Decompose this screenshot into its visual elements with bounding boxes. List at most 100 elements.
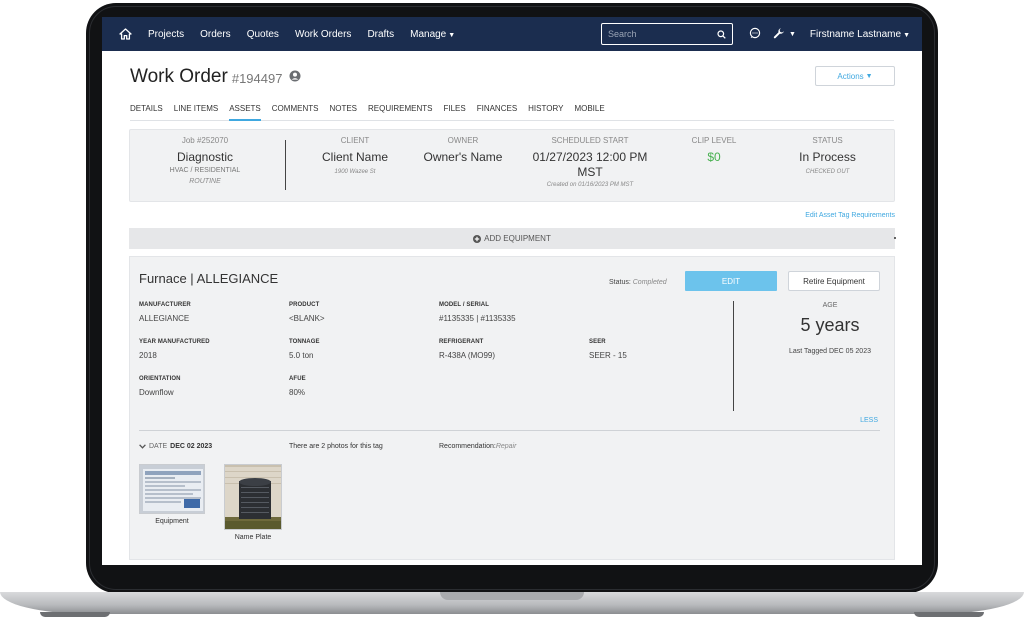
tonnage-value: 5.0 ton <box>289 351 314 360</box>
nav-projects[interactable]: Projects <box>148 29 184 40</box>
edit-asset-tag-requirements-link[interactable]: Edit Asset Tag Requirements <box>102 212 895 221</box>
equipment-photo-thumbnail <box>139 464 205 514</box>
search-input[interactable]: Search <box>600 23 733 45</box>
nav-manage-label: Manage <box>410 28 447 40</box>
model-serial-value: #1135335 | #1135335 <box>439 314 516 323</box>
tab-files[interactable]: FILES <box>443 103 465 121</box>
tab-mobile[interactable]: MOBILE <box>574 103 604 121</box>
add-equipment-label: ADD EQUIPMENT <box>484 234 551 243</box>
model-serial-field: MODEL / SERIAL #1135335 | #1135335 <box>439 302 516 323</box>
equipment-card: Furnace | ALLEGIANCE Status: Completed E… <box>129 256 895 560</box>
top-nav: Projects Orders Quotes Work Orders Draft… <box>102 17 922 51</box>
laptop-foot <box>40 612 110 617</box>
chat-icon[interactable] <box>749 27 761 42</box>
chevron-down-icon: ▼ <box>448 31 456 39</box>
seer-value: SEER - 15 <box>589 351 627 360</box>
orientation-field: ORIENTATION Downflow <box>139 376 181 397</box>
seer-field: SEER SEER - 15 <box>589 339 627 360</box>
photo-caption-name-plate: Name Plate <box>234 534 272 541</box>
tab-bar: DETAILS LINE ITEMS ASSETS COMMENTS NOTES… <box>130 103 894 121</box>
tab-details[interactable]: DETAILS <box>130 103 163 121</box>
status-info: STATUS In Process CHECKED OUT <box>775 136 880 175</box>
manufacturer-label: MANUFACTURER <box>139 302 191 308</box>
nav-quotes[interactable]: Quotes <box>247 29 279 40</box>
actions-button[interactable]: Actions ▼ <box>815 66 895 86</box>
photo-equipment[interactable]: Equipment <box>139 464 205 525</box>
tag-date-toggle[interactable]: DATE DEC 02 2023 <box>139 443 212 450</box>
scheduled-label: SCHEDULED START <box>551 136 629 145</box>
laptop-foot <box>914 612 984 617</box>
retire-equipment-button[interactable]: Retire Equipment <box>788 271 880 291</box>
scheduled-info: SCHEDULED START 01/27/2023 12:00 PM MST … <box>525 136 655 188</box>
app-screen: Projects Orders Quotes Work Orders Draft… <box>102 17 922 565</box>
tab-finances[interactable]: FINANCES <box>477 103 517 121</box>
manufacturer-field: MANUFACTURER ALLEGIANCE <box>139 302 191 323</box>
chevron-down-icon: ▼ <box>903 31 910 39</box>
scheduled-timezone: MST <box>577 165 603 179</box>
afue-label: AFUE <box>289 376 306 382</box>
tab-line-items[interactable]: LINE ITEMS <box>174 103 218 121</box>
person-icon[interactable] <box>289 69 301 87</box>
less-toggle[interactable]: LESS <box>860 417 878 424</box>
search-placeholder: Search <box>607 29 637 39</box>
add-equipment-button[interactable]: ADD EQUIPMENT <box>129 228 895 249</box>
home-icon[interactable] <box>112 28 138 40</box>
laptop-notch <box>440 592 584 600</box>
nav-drafts[interactable]: Drafts <box>367 29 394 40</box>
refrigerant-value: R-438A (MO99) <box>439 351 496 360</box>
actions-label: Actions <box>837 71 864 81</box>
orientation-value: Downflow <box>139 388 174 397</box>
clip-level-value: $0 <box>707 150 721 164</box>
user-menu[interactable]: Firstname Lastname ▼ <box>810 29 910 40</box>
scroll-marker <box>894 237 896 239</box>
clip-level-label: CLIP LEVEL <box>691 136 737 145</box>
age-panel: AGE 5 years Last Tagged DEC 05 2023 <box>770 302 890 355</box>
nav-work-orders[interactable]: Work Orders <box>295 29 352 40</box>
recommendation-value: Repair <box>495 443 517 450</box>
job-number: Job #252070 <box>181 136 229 145</box>
divider <box>139 430 880 431</box>
equipment-status-label: Status: <box>609 279 631 286</box>
age-value: 5 years <box>800 315 860 335</box>
job-category: HVAC / RESIDENTIAL <box>169 167 241 174</box>
tonnage-label: TONNAGE <box>289 339 320 345</box>
client-address: 1900 Wazee St <box>334 169 376 175</box>
clip-level-info: CLIP LEVEL $0 <box>674 136 754 165</box>
year-manufactured-field: YEAR MANUFACTURED 2018 <box>139 339 210 360</box>
orientation-label: ORIENTATION <box>139 376 181 382</box>
afue-value: 80% <box>289 388 306 397</box>
edit-button[interactable]: EDIT <box>685 271 777 291</box>
product-value: <BLANK> <box>289 314 325 323</box>
nav-manage[interactable]: Manage ▼ <box>410 29 455 40</box>
tonnage-field: TONNAGE 5.0 ton <box>289 339 320 360</box>
client-name[interactable]: Client Name <box>305 150 405 165</box>
photo-name-plate[interactable]: Name Plate <box>224 464 282 541</box>
job-priority: ROUTINE <box>189 178 221 185</box>
model-serial-label: MODEL / SERIAL <box>439 302 489 308</box>
status-value: In Process <box>799 150 856 164</box>
status-sub: CHECKED OUT <box>805 169 850 175</box>
equipment-status-value: Completed <box>632 279 667 286</box>
tab-history[interactable]: HISTORY <box>528 103 563 121</box>
tab-assets[interactable]: ASSETS <box>229 103 261 121</box>
created-on: Created on 01/16/2023 PM MST <box>546 182 634 188</box>
user-name: Firstname Lastname <box>809 28 902 40</box>
product-field: PRODUCT <BLANK> <box>289 302 325 323</box>
tab-requirements[interactable]: REQUIREMENTS <box>368 103 432 121</box>
last-tagged: Last Tagged DEC 05 2023 <box>789 348 871 355</box>
year-manufactured-value: 2018 <box>139 351 157 360</box>
photos-count-text: There are 2 photos for this tag <box>289 443 383 450</box>
scheduled-date: 01/27/2023 12:00 PM <box>532 150 648 164</box>
product-label: PRODUCT <box>289 302 320 308</box>
tag-date: DEC 02 2023 <box>170 443 213 450</box>
afue-field: AFUE 80% <box>289 376 306 397</box>
owner-label: OWNER <box>447 136 479 145</box>
photo-caption-equipment: Equipment <box>155 518 189 525</box>
tab-comments[interactable]: COMMENTS <box>272 103 319 121</box>
tools-menu[interactable]: ▼ <box>773 28 796 40</box>
tab-notes[interactable]: NOTES <box>329 103 357 121</box>
nav-orders[interactable]: Orders <box>200 29 231 40</box>
chevron-down-icon <box>139 444 146 449</box>
chevron-down-icon: ▼ <box>788 30 796 38</box>
equipment-status: Status: Completed <box>609 279 667 286</box>
